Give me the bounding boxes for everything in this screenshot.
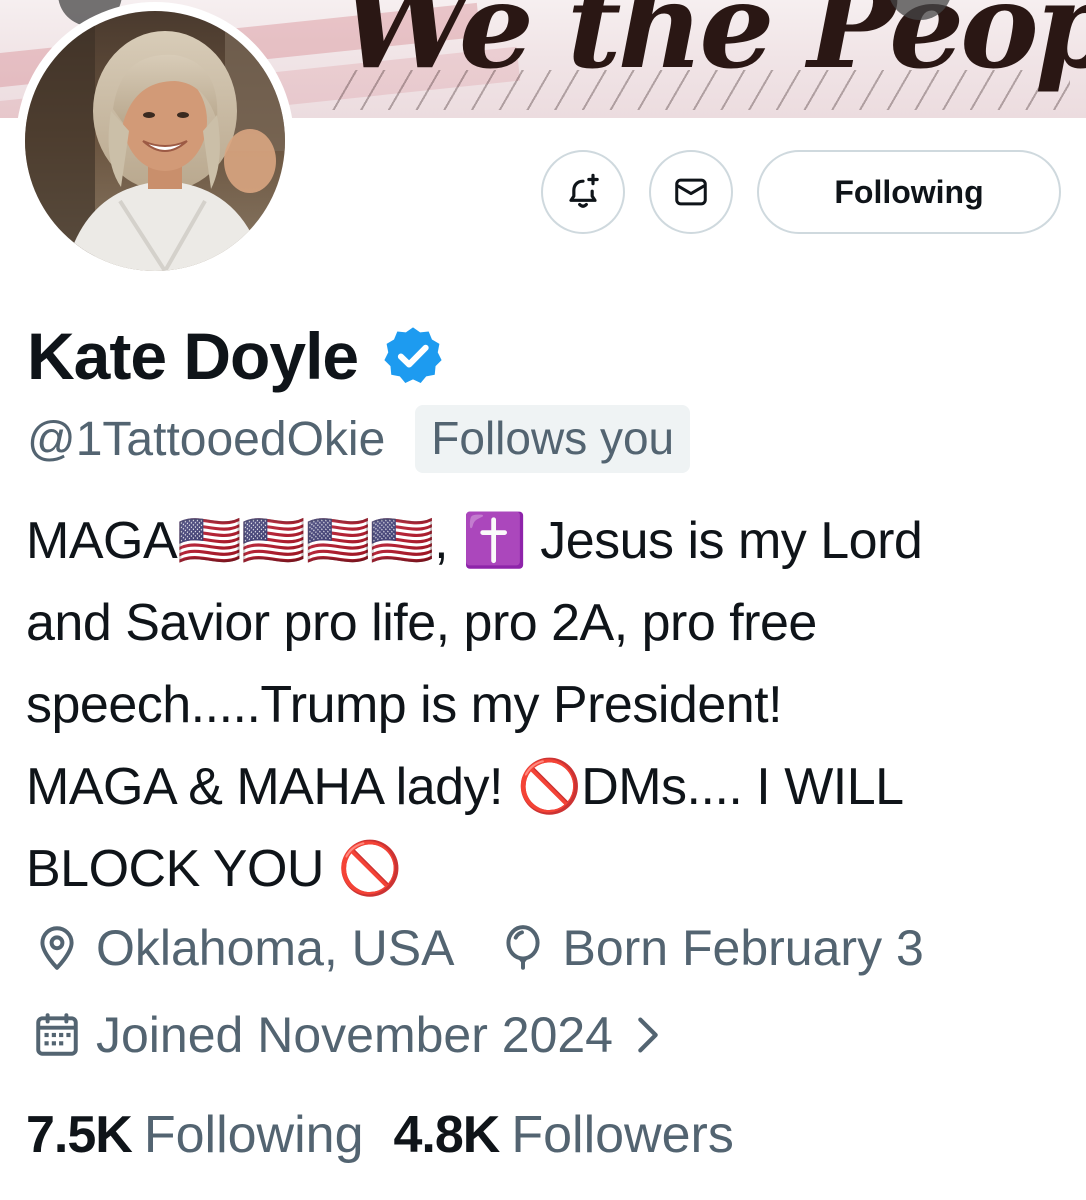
bio-line: MAGA & MAHA lady! 🚫DMs.... I WILL [26, 758, 904, 816]
following-count: 7.5K [26, 1106, 133, 1164]
follow-stats: 7.5K Following 4.8K Followers [26, 1102, 764, 1168]
bio-line: speech.....Trump is my President! [26, 676, 783, 734]
notify-button[interactable] [541, 150, 625, 234]
followers-label: Followers [511, 1106, 734, 1164]
location-pin-icon [32, 923, 82, 973]
profile-meta-row: Oklahoma, USA Born February 3 [32, 916, 968, 980]
message-button[interactable] [649, 150, 733, 234]
followers-stat[interactable]: 4.8K Followers [394, 1105, 734, 1165]
profile-bio: MAGA🇺🇸🇺🇸🇺🇸🇺🇸, ✝️ Jesus is my Lord and Sa… [26, 500, 1066, 910]
user-handle: @1TattooedOkie [27, 412, 386, 466]
joined-row[interactable]: Joined November 2024 [32, 1003, 665, 1067]
following-label: Following [143, 1106, 364, 1164]
bell-plus-icon [563, 172, 603, 212]
handle-row: @1TattooedOkie Follows you [27, 404, 691, 474]
balloon-icon [498, 923, 548, 973]
joined-text: Joined November 2024 [96, 1007, 613, 1063]
bio-line: and Savior pro life, pro 2A, pro free [26, 594, 817, 652]
verified-badge-icon[interactable] [380, 323, 446, 389]
profile-name-row: Kate Doyle [27, 316, 446, 396]
followers-count: 4.8K [393, 1106, 501, 1164]
bio-line: BLOCK YOU 🚫 [26, 840, 403, 898]
display-name: Kate Doyle [27, 319, 359, 393]
birthday-text: Born February 3 [562, 920, 924, 976]
banner-script-text: We the People [340, 0, 1086, 95]
location-text: Oklahoma, USA [96, 920, 455, 976]
envelope-icon [672, 173, 710, 211]
location-item: Oklahoma, USA [32, 919, 454, 977]
avatar-photo [25, 11, 285, 271]
bio-line: MAGA🇺🇸🇺🇸🇺🇸🇺🇸, ✝️ Jesus is my Lord [26, 512, 923, 570]
birthday-item: Born February 3 [498, 919, 924, 977]
follows-you-badge: Follows you [415, 405, 691, 473]
calendar-icon [32, 1010, 82, 1060]
following-button[interactable]: Following [757, 150, 1061, 234]
chevron-right-icon [631, 1012, 665, 1058]
following-stat[interactable]: 7.5K Following [26, 1105, 364, 1165]
avatar[interactable] [16, 2, 294, 280]
